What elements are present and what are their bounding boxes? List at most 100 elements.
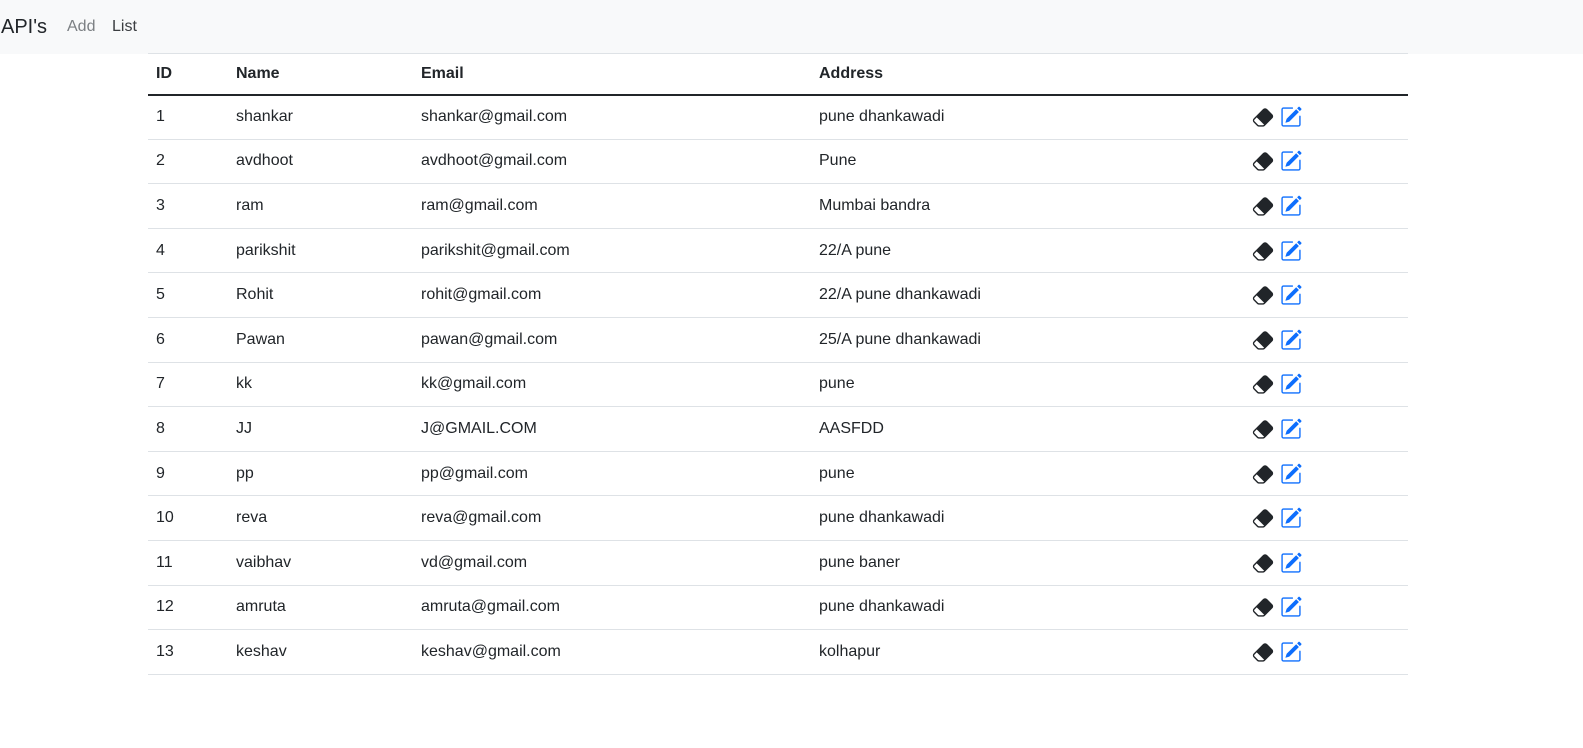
table-row: 8 JJ J@GMAIL.COM AASFDD bbox=[148, 406, 1408, 452]
cell-name: ram bbox=[228, 183, 413, 229]
table-row: 6 Pawan pawan@gmail.com 25/A pune dhanka… bbox=[148, 317, 1408, 363]
cell-actions bbox=[1245, 139, 1408, 185]
cell-name: shankar bbox=[228, 94, 413, 140]
cell-id: 3 bbox=[148, 183, 228, 229]
table-row: 9 pp pp@gmail.com pune bbox=[148, 451, 1408, 497]
users-table-container: ID Name Email Address 1 shankar shankar@… bbox=[148, 53, 1408, 675]
cell-address: Pune bbox=[811, 139, 1245, 185]
cell-address: pune baner bbox=[811, 540, 1245, 586]
cell-name: Pawan bbox=[228, 317, 413, 363]
cell-name: avdhoot bbox=[228, 139, 413, 185]
cell-email: pawan@gmail.com bbox=[413, 317, 811, 363]
eraser-icon bbox=[1252, 643, 1274, 662]
delete-button[interactable] bbox=[1252, 641, 1274, 663]
delete-button[interactable] bbox=[1252, 106, 1274, 128]
edit-button[interactable] bbox=[1280, 106, 1302, 128]
cell-actions bbox=[1245, 629, 1408, 675]
edit-icon bbox=[1281, 552, 1302, 573]
cell-name: amruta bbox=[228, 585, 413, 631]
edit-button[interactable] bbox=[1280, 596, 1302, 618]
edit-icon bbox=[1281, 151, 1302, 172]
table-body: 1 shankar shankar@gmail.com pune dhankaw… bbox=[148, 94, 1408, 675]
delete-button[interactable] bbox=[1252, 596, 1274, 618]
edit-icon bbox=[1281, 284, 1302, 305]
delete-button[interactable] bbox=[1252, 507, 1274, 529]
delete-button[interactable] bbox=[1252, 463, 1274, 485]
cell-actions bbox=[1245, 183, 1408, 229]
cell-actions bbox=[1245, 406, 1408, 452]
delete-button[interactable] bbox=[1252, 150, 1274, 172]
edit-button[interactable] bbox=[1280, 418, 1302, 440]
edit-button[interactable] bbox=[1280, 195, 1302, 217]
cell-actions bbox=[1245, 540, 1408, 586]
cell-email: J@GMAIL.COM bbox=[413, 406, 811, 452]
eraser-icon bbox=[1252, 152, 1274, 172]
table-row: 10 reva reva@gmail.com pune dhankawadi bbox=[148, 495, 1408, 541]
edit-button[interactable] bbox=[1280, 284, 1302, 306]
edit-icon bbox=[1281, 240, 1302, 261]
cell-actions bbox=[1245, 585, 1408, 631]
cell-id: 1 bbox=[148, 94, 228, 140]
delete-button[interactable] bbox=[1252, 284, 1274, 306]
edit-icon bbox=[1281, 507, 1302, 528]
column-header-name: Name bbox=[228, 53, 413, 96]
cell-address: 22/A pune bbox=[811, 228, 1245, 274]
cell-address: 25/A pune dhankawadi bbox=[811, 317, 1245, 363]
delete-button[interactable] bbox=[1252, 418, 1274, 440]
edit-button[interactable] bbox=[1280, 552, 1302, 574]
cell-id: 6 bbox=[148, 317, 228, 363]
edit-button[interactable] bbox=[1280, 641, 1302, 663]
cell-actions bbox=[1245, 272, 1408, 318]
cell-id: 2 bbox=[148, 139, 228, 185]
cell-email: kk@gmail.com bbox=[413, 362, 811, 408]
cell-id: 7 bbox=[148, 362, 228, 408]
cell-id: 13 bbox=[148, 629, 228, 675]
cell-id: 9 bbox=[148, 451, 228, 497]
edit-icon bbox=[1281, 463, 1302, 484]
edit-button[interactable] bbox=[1280, 463, 1302, 485]
cell-name: reva bbox=[228, 495, 413, 541]
table-header-row: ID Name Email Address bbox=[148, 53, 1408, 96]
nav-link-list[interactable]: List bbox=[112, 17, 137, 37]
cell-name: Rohit bbox=[228, 272, 413, 318]
cell-actions bbox=[1245, 362, 1408, 408]
edit-button[interactable] bbox=[1280, 150, 1302, 172]
cell-name: pp bbox=[228, 451, 413, 497]
navbar-brand[interactable]: API's bbox=[1, 14, 47, 40]
cell-name: JJ bbox=[228, 406, 413, 452]
cell-address: pune bbox=[811, 451, 1245, 497]
edit-icon bbox=[1281, 329, 1302, 350]
edit-button[interactable] bbox=[1280, 240, 1302, 262]
cell-name: parikshit bbox=[228, 228, 413, 274]
edit-button[interactable] bbox=[1280, 507, 1302, 529]
delete-button[interactable] bbox=[1252, 195, 1274, 217]
eraser-icon bbox=[1252, 509, 1274, 528]
column-header-address: Address bbox=[811, 53, 1245, 96]
cell-address: kolhapur bbox=[811, 629, 1245, 675]
cell-id: 12 bbox=[148, 585, 228, 631]
cell-actions bbox=[1245, 94, 1408, 140]
delete-button[interactable] bbox=[1252, 329, 1274, 351]
edit-button[interactable] bbox=[1280, 373, 1302, 395]
cell-id: 8 bbox=[148, 406, 228, 452]
table-row: 7 kk kk@gmail.com pune bbox=[148, 362, 1408, 408]
cell-address: pune bbox=[811, 362, 1245, 408]
cell-name: kk bbox=[228, 362, 413, 408]
cell-email: reva@gmail.com bbox=[413, 495, 811, 541]
cell-name: keshav bbox=[228, 629, 413, 675]
delete-button[interactable] bbox=[1252, 373, 1274, 395]
cell-email: rohit@gmail.com bbox=[413, 272, 811, 318]
eraser-icon bbox=[1252, 598, 1274, 617]
edit-button[interactable] bbox=[1280, 329, 1302, 351]
edit-icon bbox=[1281, 374, 1302, 394]
delete-button[interactable] bbox=[1252, 552, 1274, 574]
cell-id: 4 bbox=[148, 228, 228, 274]
cell-actions bbox=[1245, 495, 1408, 541]
table-row: 3 ram ram@gmail.com Mumbai bandra bbox=[148, 183, 1408, 229]
cell-id: 11 bbox=[148, 540, 228, 586]
delete-button[interactable] bbox=[1252, 240, 1274, 262]
table-row: 13 keshav keshav@gmail.com kolhapur bbox=[148, 629, 1408, 675]
nav-link-add[interactable]: Add bbox=[67, 17, 95, 37]
edit-icon bbox=[1281, 106, 1302, 127]
column-header-id: ID bbox=[148, 53, 228, 96]
